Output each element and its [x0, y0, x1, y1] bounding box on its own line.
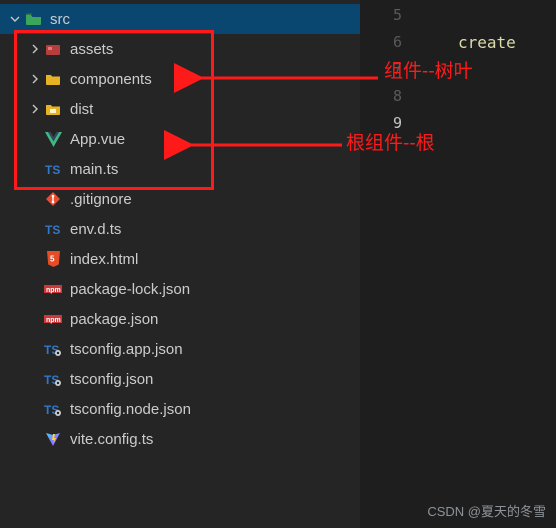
line-number: 9 — [360, 110, 402, 137]
file-explorer[interactable]: src assets components — [0, 0, 360, 528]
folder-label: components — [70, 71, 152, 88]
svg-text:5: 5 — [50, 255, 55, 264]
folder-components[interactable]: components — [0, 64, 360, 94]
folder-open-icon — [24, 10, 42, 28]
npm-icon: npm — [44, 280, 62, 298]
file-label: env.d.ts — [70, 221, 121, 238]
chevron-right-icon — [28, 72, 42, 86]
file-label: tsconfig.node.json — [70, 401, 191, 418]
chevron-down-icon — [8, 12, 22, 26]
file-tsconfig-node[interactable]: TS tsconfig.node.json — [0, 394, 360, 424]
tsconfig-icon: TS — [44, 400, 62, 418]
file-package[interactable]: npm package.json — [0, 304, 360, 334]
dist-folder-icon — [44, 100, 62, 118]
folder-label: src — [50, 11, 70, 28]
file-app-vue[interactable]: App.vue — [0, 124, 360, 154]
file-label: vite.config.ts — [70, 431, 153, 448]
file-tsconfig-app[interactable]: TS tsconfig.app.json — [0, 334, 360, 364]
file-label: App.vue — [70, 131, 125, 148]
line-number: 7 — [360, 56, 402, 83]
svg-text:TS: TS — [45, 163, 60, 177]
folder-label: assets — [70, 41, 113, 58]
file-env-dts[interactable]: TS env.d.ts — [0, 214, 360, 244]
line-number: 8 — [360, 83, 402, 110]
file-label: main.ts — [70, 161, 118, 178]
file-vite-config[interactable]: vite.config.ts — [0, 424, 360, 454]
chevron-right-icon — [28, 42, 42, 56]
git-icon — [44, 190, 62, 208]
npm-icon: npm — [44, 310, 62, 328]
code-token: create — [458, 33, 516, 52]
components-folder-icon — [44, 70, 62, 88]
file-label: .gitignore — [70, 191, 132, 208]
chevron-right-icon — [28, 102, 42, 116]
svg-text:npm: npm — [46, 287, 61, 294]
file-label: package.json — [70, 311, 158, 328]
file-index-html[interactable]: 5 index.html — [0, 244, 360, 274]
tsconfig-icon: TS — [44, 340, 62, 358]
file-tsconfig[interactable]: TS tsconfig.json — [0, 364, 360, 394]
file-package-lock[interactable]: npm package-lock.json — [0, 274, 360, 304]
file-main-ts[interactable]: TS main.ts — [0, 154, 360, 184]
file-label: tsconfig.json — [70, 371, 153, 388]
file-label: package-lock.json — [70, 281, 190, 298]
editor-area[interactable]: 5 6 7 8 9 create — [360, 0, 556, 528]
folder-label: dist — [70, 101, 93, 118]
vite-icon — [44, 430, 62, 448]
folder-assets[interactable]: assets — [0, 34, 360, 64]
html-icon: 5 — [44, 250, 62, 268]
line-number: 6 — [360, 29, 402, 56]
assets-folder-icon — [44, 40, 62, 58]
svg-text:npm: npm — [46, 317, 61, 324]
code-content[interactable]: create — [458, 2, 516, 137]
line-gutter: 5 6 7 8 9 — [360, 0, 416, 528]
svg-text:TS: TS — [45, 223, 60, 237]
ts-icon: TS — [44, 220, 62, 238]
file-label: tsconfig.app.json — [70, 341, 183, 358]
folder-dist[interactable]: dist — [0, 94, 360, 124]
line-number: 5 — [360, 2, 402, 29]
file-label: index.html — [70, 251, 138, 268]
vue-icon — [44, 130, 62, 148]
file-gitignore[interactable]: .gitignore — [0, 184, 360, 214]
folder-src[interactable]: src — [0, 4, 360, 34]
tsconfig-icon: TS — [44, 370, 62, 388]
ts-icon: TS — [44, 160, 62, 178]
